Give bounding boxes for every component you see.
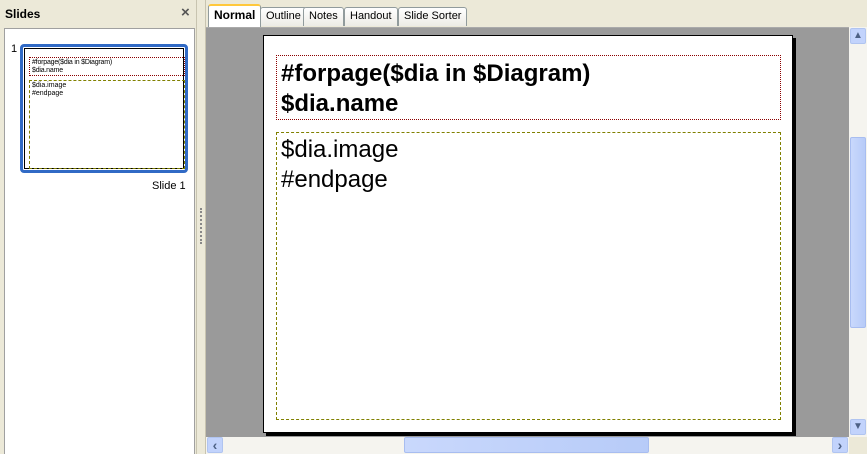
title-line: #forpage($dia in $Diagram) (281, 60, 591, 87)
thumb-body-box: $dia.image #endpage (29, 80, 185, 169)
tab-outline[interactable]: Outline (260, 7, 307, 26)
thumb-title-line: $dia.name (32, 67, 63, 74)
scroll-right-icon[interactable]: › (832, 437, 848, 453)
vertical-scroll-thumb[interactable] (850, 137, 866, 328)
splitter-grip-icon (200, 208, 202, 244)
thumb-body-line: #endpage (32, 90, 64, 97)
tab-notes[interactable]: Notes (303, 7, 344, 26)
body-line: #endpage (281, 166, 388, 193)
slides-panel-title: Slides (5, 7, 41, 21)
slides-panel: Slides × 1 #forpage($dia in $Diagram) $d… (0, 0, 197, 454)
slide-label: Slide 1 (152, 180, 186, 192)
tab-slide-sorter[interactable]: Slide Sorter (398, 7, 468, 26)
slide-number: 1 (11, 43, 18, 55)
body-placeholder[interactable]: $dia.image #endpage (276, 132, 781, 420)
tab-normal[interactable]: Normal (208, 4, 262, 27)
vertical-scrollbar[interactable]: ▲ ▼ (849, 27, 867, 437)
thumb-body-line: $dia.image (32, 82, 67, 89)
scrollbar-corner (849, 437, 867, 454)
slide-thumbnail[interactable]: #forpage($dia in $Diagram) $dia.name $di… (20, 44, 188, 173)
horizontal-scrollbar[interactable]: ‹ › (206, 437, 849, 454)
slide: #forpage($dia in $Diagram) $dia.name $di… (263, 35, 793, 433)
scroll-up-icon[interactable]: ▲ (850, 28, 866, 44)
tab-handout[interactable]: Handout (344, 7, 398, 26)
thumb-title-box: #forpage($dia in $Diagram) $dia.name (29, 57, 185, 76)
body-line: $dia.image (281, 136, 399, 163)
slide-list: 1 #forpage($dia in $Diagram) $dia.name $… (4, 28, 195, 454)
scroll-down-icon[interactable]: ▼ (850, 419, 866, 435)
horizontal-scroll-thumb[interactable] (404, 437, 649, 453)
thumb-title-line: #forpage($dia in $Diagram) (32, 59, 113, 66)
panel-splitter[interactable] (197, 0, 206, 454)
title-line: $dia.name (281, 90, 399, 117)
scroll-left-icon[interactable]: ‹ (207, 437, 223, 453)
slide-canvas: #forpage($dia in $Diagram) $dia.name $di… (206, 27, 849, 437)
view-tabs: Normal Outline Notes Handout Slide Sorte… (206, 3, 867, 27)
title-placeholder[interactable]: #forpage($dia in $Diagram) $dia.name (276, 55, 781, 120)
close-icon[interactable]: × (181, 4, 190, 21)
